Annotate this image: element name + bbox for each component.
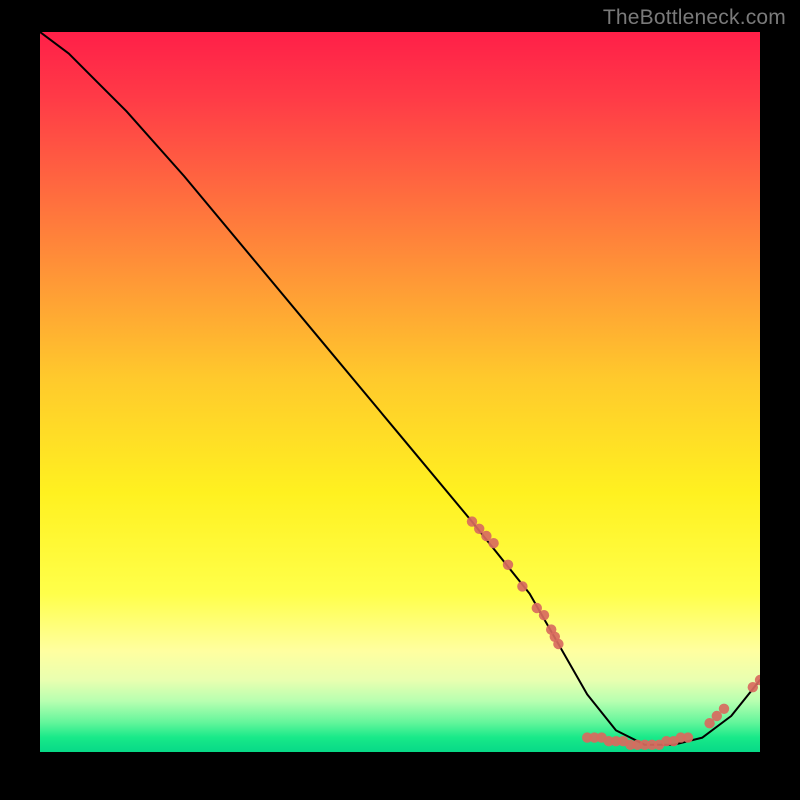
data-point xyxy=(719,704,729,714)
data-point xyxy=(488,538,498,548)
data-point xyxy=(539,610,549,620)
bottleneck-curve xyxy=(40,32,760,745)
watermark-text: TheBottleneck.com xyxy=(603,6,786,30)
data-points-group xyxy=(467,516,760,750)
data-point xyxy=(553,639,563,649)
data-point xyxy=(683,732,693,742)
data-point xyxy=(503,560,513,570)
plot-area xyxy=(40,32,760,752)
chart-frame: TheBottleneck.com xyxy=(0,0,800,800)
chart-overlay-svg xyxy=(40,32,760,752)
data-point xyxy=(517,581,527,591)
